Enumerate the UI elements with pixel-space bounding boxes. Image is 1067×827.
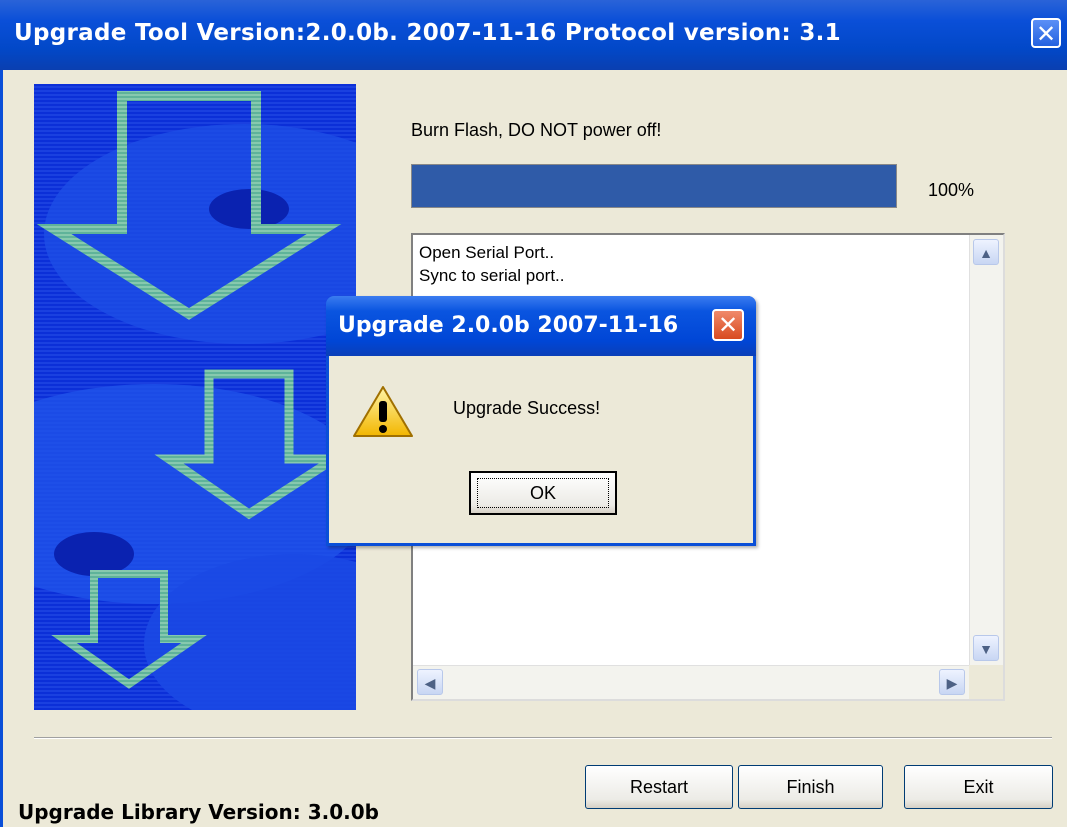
log-line: Sync to serial port.. [419, 266, 565, 285]
dialog-title: Upgrade 2.0.0b 2007-11-16 [338, 313, 679, 338]
scroll-up-icon[interactable]: ▲ [973, 239, 999, 265]
progress-percent-label: 100% [928, 180, 975, 200]
scrollbar-corner [969, 665, 1003, 699]
ok-button-label: OK [477, 478, 609, 508]
log-lines: Open Serial Port.. Sync to serial port.. [419, 241, 565, 287]
dialog-message: Upgrade Success! [453, 398, 601, 418]
restart-button[interactable]: Restart [585, 765, 733, 809]
progress-bar [411, 164, 897, 208]
dialog-body: Upgrade Success! OK [329, 356, 753, 543]
dialog-close-button[interactable]: ✕ [712, 309, 744, 341]
log-vertical-scrollbar[interactable]: ▲ ▼ [969, 235, 1003, 665]
log-horizontal-scrollbar[interactable]: ◀ ▶ [413, 665, 969, 699]
window-title: Upgrade Tool Version:2.0.0b. 2007-11-16 … [14, 20, 841, 46]
scroll-left-icon[interactable]: ◀ [417, 669, 443, 695]
ok-button[interactable]: OK [469, 471, 617, 515]
progress-fill [412, 165, 896, 207]
warning-icon [351, 384, 415, 440]
finish-button[interactable]: Finish [738, 765, 883, 809]
window-titlebar: Upgrade Tool Version:2.0.0b. 2007-11-16 … [0, 0, 1067, 70]
log-line: Open Serial Port.. [419, 243, 555, 262]
scroll-down-icon[interactable]: ▼ [973, 635, 999, 661]
library-version-label: Upgrade Library Version: 3.0.0b [18, 800, 379, 824]
dialog-titlebar: Upgrade 2.0.0b 2007-11-16 ✕ [326, 296, 756, 356]
success-dialog: Upgrade 2.0.0b 2007-11-16 ✕ Upgrade Succ… [326, 296, 756, 546]
status-message: Burn Flash, DO NOT power off! [411, 120, 662, 140]
footer-divider [34, 737, 1052, 739]
scroll-right-icon[interactable]: ▶ [939, 669, 965, 695]
exit-button[interactable]: Exit [904, 765, 1053, 809]
window-close-button[interactable]: ✕ [1031, 18, 1061, 48]
download-banner-image [34, 84, 356, 710]
